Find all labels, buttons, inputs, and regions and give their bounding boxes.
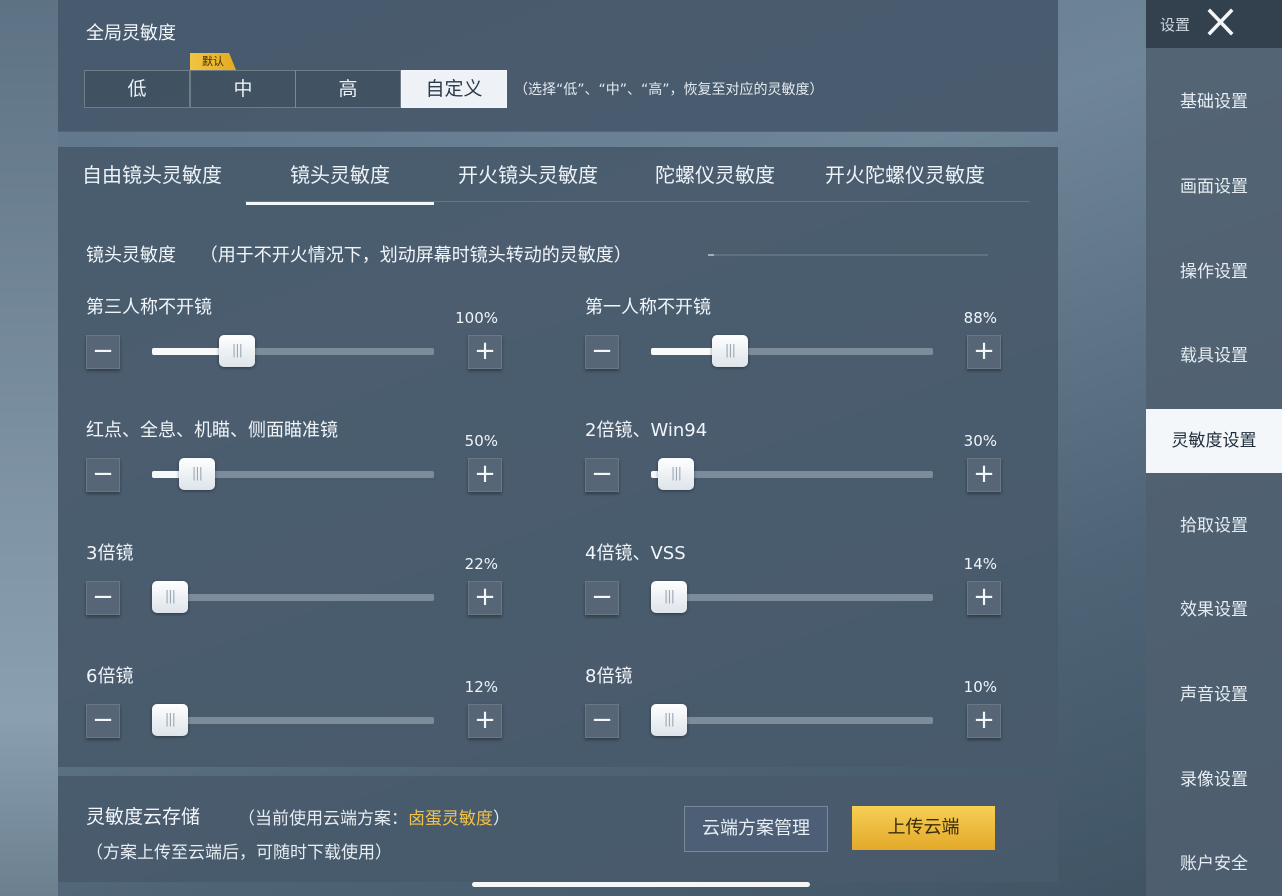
slider-value: 22%	[464, 555, 498, 573]
slider-knob[interactable]: |||	[152, 704, 188, 736]
sidebar-item-audio[interactable]: 声音设置	[1146, 663, 1282, 727]
sidebar-item-graphics[interactable]: 画面设置	[1146, 155, 1282, 219]
preset-high-button[interactable]: 高	[295, 70, 401, 108]
slider-value: 14%	[963, 555, 997, 573]
slider-knob[interactable]: |||	[651, 704, 687, 736]
slider-track[interactable]: |||	[651, 704, 933, 736]
cloud-current-plan: （当前使用云端方案：卤蛋灵敏度）	[238, 804, 510, 829]
slider-knob[interactable]: |||	[658, 458, 694, 490]
increase-button[interactable]: +	[967, 581, 1001, 615]
section-divider	[708, 254, 988, 256]
slider-knob[interactable]: |||	[712, 335, 748, 367]
tab-fire-gyroscope[interactable]: 开火陀螺仪灵敏度	[812, 160, 998, 202]
increase-button[interactable]: +	[468, 581, 502, 615]
settings-sidebar: 设置 基础设置 画面设置 操作设置 载具设置 灵敏度设置 拾取设置 效果设置 声…	[1146, 0, 1282, 896]
decrease-button[interactable]: −	[585, 458, 619, 492]
background-edge	[0, 0, 58, 896]
close-icon[interactable]	[1204, 6, 1236, 38]
global-sensitivity-title: 全局灵敏度	[86, 23, 176, 44]
settings-title: 设置	[1160, 16, 1191, 34]
preset-medium-button[interactable]: 中	[190, 70, 296, 108]
decrease-button[interactable]: −	[86, 704, 120, 738]
increase-button[interactable]: +	[967, 335, 1001, 369]
slider-value: 10%	[963, 678, 997, 696]
slider-knob[interactable]: |||	[152, 581, 188, 613]
section-title: 镜头灵敏度 （用于不开火情况下，划动屏幕时镜头转动的灵敏度）	[86, 241, 632, 267]
slider-track[interactable]: |||	[152, 704, 434, 736]
slider-knob[interactable]: |||	[179, 458, 215, 490]
increase-button[interactable]: +	[468, 335, 502, 369]
default-badge: 默认	[190, 53, 236, 70]
sidebar-item-vehicle[interactable]: 载具设置	[1146, 324, 1282, 388]
tab-gyroscope[interactable]: 陀螺仪灵敏度	[640, 160, 790, 202]
cloud-current-suffix: ）	[493, 809, 510, 829]
slider-track[interactable]: |||	[651, 335, 933, 367]
slider-label: 6倍镜	[86, 666, 134, 687]
sidebar-item-controls[interactable]: 操作设置	[1146, 240, 1282, 304]
tab-free-camera[interactable]: 自由镜头灵敏度	[70, 160, 234, 202]
cloud-current-prefix: （当前使用云端方案：	[238, 809, 408, 829]
cloud-upload-button[interactable]: 上传云端	[852, 806, 995, 850]
sidebar-header: 设置	[1146, 0, 1282, 48]
section-description: （用于不开火情况下，划动屏幕时镜头转动的灵敏度）	[199, 245, 632, 266]
sidebar-item-account[interactable]: 账户安全	[1146, 832, 1282, 896]
slider-label: 第一人称不开镜	[585, 297, 711, 318]
slider-label: 3倍镜	[86, 543, 134, 564]
decrease-button[interactable]: −	[585, 704, 619, 738]
slider-value: 50%	[464, 432, 498, 450]
slider-label: 8倍镜	[585, 666, 633, 687]
home-indicator	[472, 882, 810, 887]
cloud-plan-name: 卤蛋灵敏度	[408, 809, 493, 829]
cloud-note: （方案上传至云端后，可随时下载使用）	[86, 843, 392, 863]
sidebar-item-effects[interactable]: 效果设置	[1146, 578, 1282, 642]
preset-low-button[interactable]: 低	[84, 70, 190, 108]
decrease-button[interactable]: −	[585, 335, 619, 369]
decrease-button[interactable]: −	[585, 581, 619, 615]
slider-track[interactable]: |||	[152, 458, 434, 490]
increase-button[interactable]: +	[967, 458, 1001, 492]
decrease-button[interactable]: −	[86, 335, 120, 369]
decrease-button[interactable]: −	[86, 458, 120, 492]
slider-label: 4倍镜、VSS	[585, 543, 686, 564]
increase-button[interactable]: +	[468, 704, 502, 738]
slider-label: 红点、全息、机瞄、侧面瞄准镜	[86, 420, 338, 441]
section-name: 镜头灵敏度	[86, 245, 176, 266]
slider-value: 88%	[963, 309, 997, 327]
slider-knob[interactable]: |||	[651, 581, 687, 613]
slider-value: 100%	[455, 309, 498, 327]
sidebar-item-replay[interactable]: 录像设置	[1146, 748, 1282, 812]
slider-track[interactable]: |||	[152, 581, 434, 613]
increase-button[interactable]: +	[967, 704, 1001, 738]
slider-track[interactable]: |||	[651, 458, 933, 490]
cloud-manage-button[interactable]: 云端方案管理	[684, 806, 828, 852]
sensitivity-detail-panel	[58, 147, 1058, 767]
tab-camera[interactable]: 镜头灵敏度	[246, 160, 434, 205]
slider-value: 30%	[963, 432, 997, 450]
cloud-storage-title: 灵敏度云存储	[86, 806, 201, 828]
slider-track[interactable]: |||	[152, 335, 434, 367]
preset-hint: （选择“低”、“中”、“高”，恢复至对应的灵敏度）	[514, 82, 824, 98]
slider-knob[interactable]: |||	[219, 335, 255, 367]
sidebar-item-sensitivity[interactable]: 灵敏度设置	[1146, 409, 1282, 473]
slider-label: 第三人称不开镜	[86, 297, 212, 318]
increase-button[interactable]: +	[468, 458, 502, 492]
sidebar-item-pickup[interactable]: 拾取设置	[1146, 494, 1282, 558]
tab-divider	[245, 201, 1030, 202]
tab-fire-camera[interactable]: 开火镜头灵敏度	[444, 160, 612, 202]
decrease-button[interactable]: −	[86, 581, 120, 615]
slider-track[interactable]: |||	[651, 581, 933, 613]
sidebar-item-basic[interactable]: 基础设置	[1146, 70, 1282, 134]
slider-label: 2倍镜、Win94	[585, 420, 708, 441]
slider-value: 12%	[464, 678, 498, 696]
preset-custom-button[interactable]: 自定义	[401, 70, 507, 108]
